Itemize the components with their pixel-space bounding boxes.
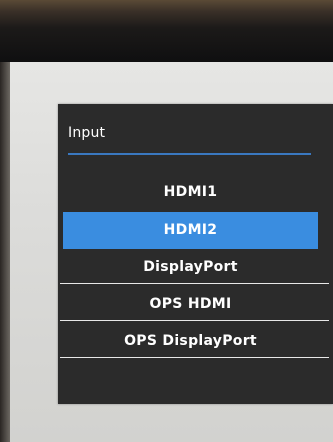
input-option-label: OPS HDMI bbox=[149, 296, 232, 312]
input-option-label: OPS DisplayPort bbox=[124, 333, 257, 349]
input-option-hdmi2[interactable]: HDMI2 bbox=[63, 212, 318, 249]
input-option-label: HDMI2 bbox=[163, 222, 218, 238]
input-option-ops-hdmi[interactable]: OPS HDMI bbox=[58, 286, 329, 323]
input-osd-menu: Input HDMI1 HDMI2 DisplayPort OPS HDMI O… bbox=[58, 104, 333, 404]
osd-title: Input bbox=[68, 125, 106, 141]
input-option-ops-displayport[interactable]: OPS DisplayPort bbox=[58, 323, 329, 360]
input-option-hdmi1[interactable]: HDMI1 bbox=[58, 174, 323, 212]
input-option-label: DisplayPort bbox=[143, 259, 238, 275]
osd-header: Input bbox=[68, 120, 311, 155]
input-option-label: HDMI1 bbox=[163, 184, 218, 200]
monitor-bezel-top bbox=[0, 0, 333, 62]
input-option-displayport[interactable]: DisplayPort bbox=[58, 249, 329, 286]
input-source-list: HDMI1 HDMI2 DisplayPort OPS HDMI OPS Dis… bbox=[58, 174, 329, 360]
monitor-bezel-left bbox=[0, 62, 10, 442]
